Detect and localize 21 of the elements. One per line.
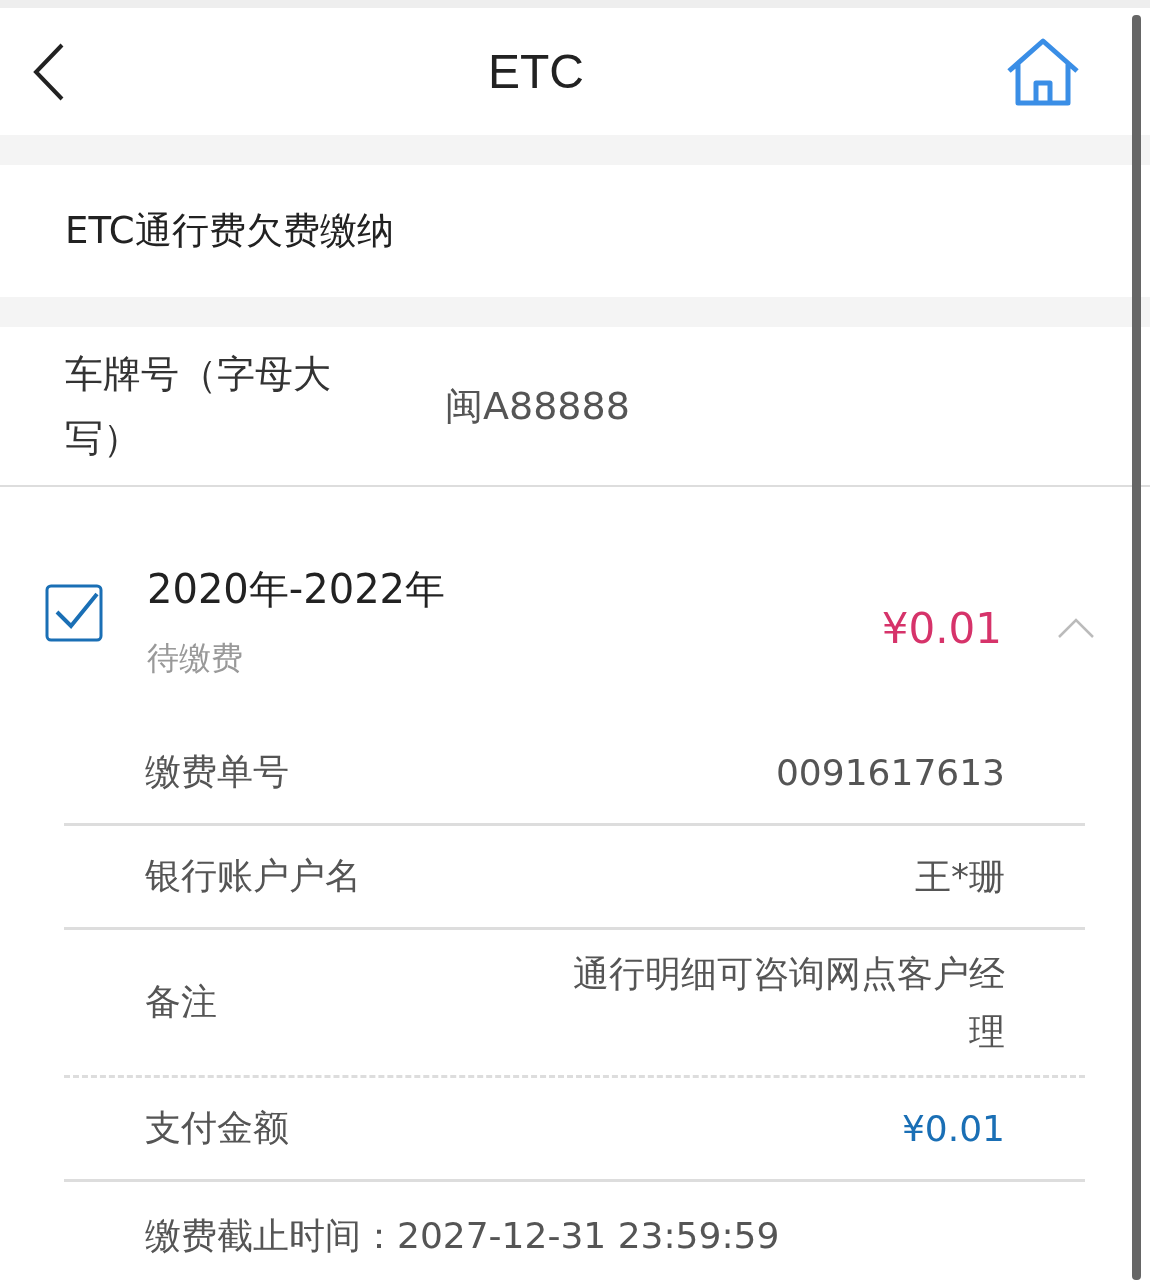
detail-label: 备注: [145, 980, 217, 1024]
back-icon[interactable]: [32, 41, 66, 102]
page-title: ETC: [488, 44, 584, 99]
deadline-text: 缴费截止时间：2027-12-31 23:59:59: [145, 1215, 780, 1256]
detail-value: 王*珊: [915, 854, 1005, 899]
chevron-icon[interactable]: [1057, 617, 1095, 639]
section-title: ETC通行费欠费缴纳: [65, 208, 394, 254]
home-icon[interactable]: [1006, 36, 1080, 107]
plate-value: 闽A88888: [445, 382, 630, 430]
bill-status: 待缴费: [147, 638, 244, 679]
bill-period: 2020年-2022年: [147, 565, 447, 614]
checkbox[interactable]: [45, 584, 103, 642]
detail-label: 银行账户户名: [145, 854, 361, 898]
detail-value: 通行明细可咨询网点客户经理: [572, 951, 1005, 1054]
bill-amount: ¥0.01: [881, 604, 1002, 653]
detail-label: 支付金额: [145, 1106, 289, 1150]
detail-label: 缴费单号: [145, 750, 289, 794]
detail-value: ¥0.01: [901, 1106, 1005, 1151]
detail-value: 0091617613: [775, 750, 1005, 795]
plate-label: 车牌号（字母大写）: [65, 351, 332, 462]
scrollbar[interactable]: [1132, 15, 1141, 1280]
